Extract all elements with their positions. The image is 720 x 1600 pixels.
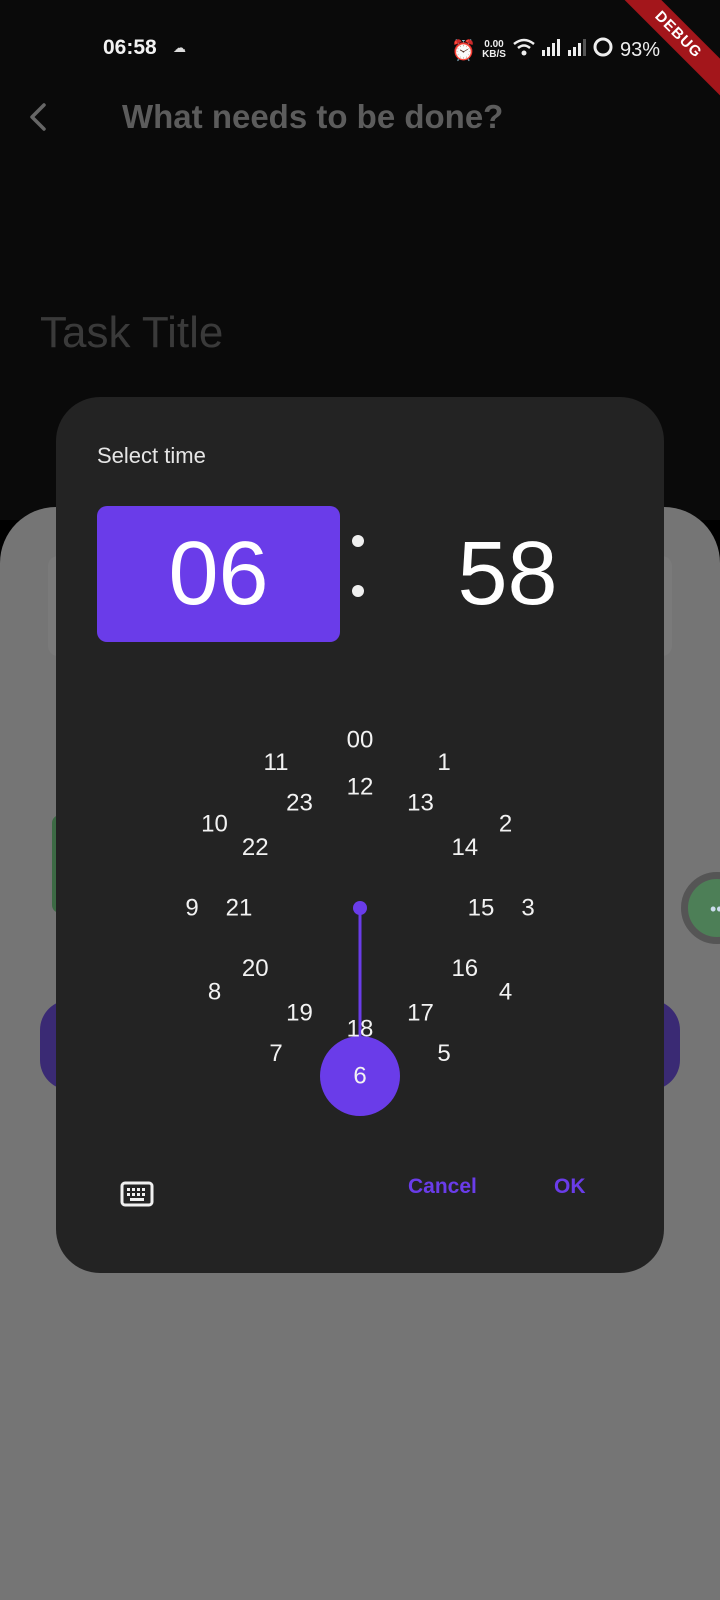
battery-percent: 93%	[619, 38, 660, 61]
hour-option-20[interactable]: 20	[242, 955, 269, 982]
network-speed-unit: KB/S	[482, 49, 506, 60]
battery-icon	[592, 36, 614, 64]
hour-option-00[interactable]: 00	[347, 727, 374, 754]
task-title-input[interactable]: Task Title	[40, 308, 223, 358]
status-icons: ⏰ 0.00 KB/S 93%	[451, 36, 660, 64]
hour-option-14[interactable]: 14	[451, 834, 478, 861]
hour-option-8[interactable]: 8	[208, 979, 221, 1006]
hour-option-17[interactable]: 17	[407, 999, 434, 1026]
hour-option-21[interactable]: 21	[226, 895, 253, 922]
hour-option-3[interactable]: 3	[521, 895, 534, 922]
signal-icon	[541, 38, 586, 62]
hour-option-10[interactable]: 10	[201, 811, 228, 838]
hour-option-7[interactable]: 7	[269, 1040, 282, 1067]
app-bar: What needs to be done?	[0, 90, 720, 146]
hour-option-11[interactable]: 11	[264, 749, 289, 776]
hour-option-23[interactable]: 23	[286, 790, 313, 817]
hour-option-22[interactable]: 22	[242, 834, 269, 861]
clock-center-dot	[353, 901, 367, 915]
network-speed: 0.00 KB/S	[482, 40, 506, 60]
hour-option-12[interactable]: 12	[347, 774, 374, 801]
more-icon: ••	[710, 899, 720, 919]
chevron-left-icon[interactable]	[24, 102, 54, 132]
status-time: 06:58	[103, 36, 157, 59]
time-picker-dialog: Select time 06 58 00 1 2 3 4 5 6 7 8 9 10 11 12 13 14 1…	[56, 397, 664, 1273]
hour-option-16[interactable]: 16	[451, 955, 478, 982]
alarm-icon: ⏰	[451, 39, 477, 62]
hour-option-4[interactable]: 4	[499, 979, 512, 1006]
clock-dial[interactable]: 001234567891011121314151617181920212223	[56, 397, 664, 1273]
keyboard-icon[interactable]	[120, 1181, 154, 1207]
ok-button[interactable]: OK	[554, 1175, 586, 1199]
hour-option-1[interactable]: 1	[437, 749, 450, 776]
hour-option-6[interactable]: 6	[353, 1063, 366, 1090]
cloud-upload-icon: ☁	[173, 40, 186, 55]
hour-option-18[interactable]: 18	[347, 1016, 374, 1043]
hour-option-15[interactable]: 15	[468, 895, 495, 922]
hour-option-5[interactable]: 5	[437, 1040, 450, 1067]
wifi-icon	[512, 37, 536, 63]
status-bar: 06:58 ☁ ⏰ 0.00 KB/S 93% DEBUG	[0, 0, 720, 101]
cancel-button[interactable]: Cancel	[408, 1175, 477, 1199]
hour-option-13[interactable]: 13	[407, 790, 434, 817]
page-title: What needs to be done?	[122, 98, 504, 135]
hour-option-2[interactable]: 2	[499, 811, 512, 838]
hour-option-9[interactable]: 9	[185, 895, 198, 922]
hour-option-19[interactable]: 19	[286, 999, 313, 1026]
